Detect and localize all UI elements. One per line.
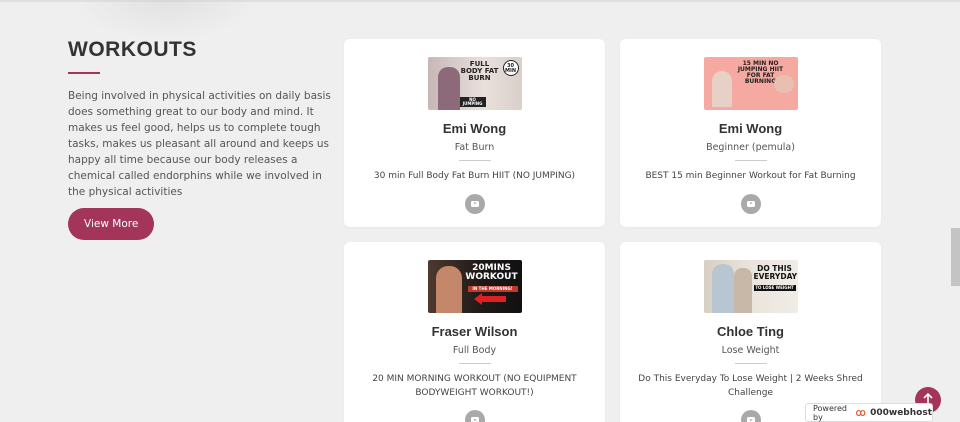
workout-card: 20MINS WORKOUT IN THE MORNING! Fraser Wi… (344, 242, 605, 422)
workout-category: Fat Burn (454, 142, 495, 153)
thumb-tag: TO LOSE WEIGHT (753, 285, 796, 291)
section-description: Being involved in physical activities on… (68, 90, 331, 198)
workout-card: FULL BODY FAT BURN 30 MIN NO JUMPING Emi… (344, 39, 605, 227)
card-separator (458, 160, 491, 161)
youtube-icon[interactable] (464, 193, 485, 214)
thumb-title: FULL BODY FAT BURN (460, 60, 499, 82)
thumb-tag: IN THE MORNING! (467, 286, 518, 292)
thumb-badge: 30 MIN (502, 60, 519, 76)
arrow-head-icon (473, 293, 482, 305)
person-figure (711, 264, 734, 313)
thumb-title: DO THIS EVERYDAY (753, 264, 798, 281)
video-thumbnail[interactable]: DO THIS EVERYDAY TO LOSE WEIGHT (703, 260, 798, 313)
play-glyph (746, 200, 755, 207)
video-thumbnail[interactable]: 20MINS WORKOUT IN THE MORNING! (427, 260, 522, 313)
workout-category: Full Body (452, 345, 497, 356)
video-title: BEST 15 min Beginner Workout for Fat Bur… (645, 171, 856, 181)
arrow-icon (479, 296, 506, 302)
person-figure (435, 266, 462, 313)
host-logo-icon (855, 409, 866, 416)
trainer-name: Emi Wong (442, 121, 507, 136)
video-title: Do This Everyday To Lose Weight | 2 Week… (638, 374, 863, 398)
powered-by-label: Powered by (813, 403, 848, 422)
youtube-icon[interactable] (740, 410, 761, 422)
person-figure (773, 75, 794, 93)
youtube-icon[interactable] (740, 193, 761, 214)
thumb-tag: NO JUMPING (459, 97, 486, 107)
card-separator (734, 160, 767, 161)
powered-by-badge[interactable]: Powered by 000webhost (805, 403, 933, 422)
workout-category: Beginner (pemula) (706, 142, 795, 153)
person-figure (711, 71, 732, 107)
host-name: 000webhost (870, 407, 932, 418)
workout-category: Lose Weight (721, 345, 780, 356)
page-scrollbar[interactable] (951, 228, 960, 286)
card-separator (734, 363, 767, 364)
play-glyph (470, 200, 479, 207)
section-title: WORKOUTS (68, 38, 197, 61)
video-thumbnail[interactable]: 15 MIN NO JUMPING HIIT FOR FAT BURNING (703, 57, 798, 110)
thumb-title: 20MINS WORKOUT (465, 263, 518, 282)
workout-card: DO THIS EVERYDAY TO LOSE WEIGHT Chloe Ti… (620, 242, 881, 422)
person-figure (733, 268, 752, 313)
video-title: 20 MIN MORNING WORKOUT (NO EQUIPMENT BOD… (372, 374, 577, 398)
youtube-icon[interactable] (464, 410, 485, 422)
trainer-name: Emi Wong (718, 121, 783, 136)
person-figure (437, 67, 460, 110)
workouts-intro: WORKOUTS Being involved in physical acti… (68, 38, 333, 240)
title-underline (68, 72, 100, 74)
play-glyph (746, 417, 755, 422)
card-separator (458, 363, 491, 364)
view-more-button[interactable]: View More (68, 208, 155, 240)
video-thumbnail[interactable]: FULL BODY FAT BURN 30 MIN NO JUMPING (427, 57, 522, 110)
trainer-name: Fraser Wilson (431, 324, 518, 339)
video-title: 30 min Full Body Fat Burn HIIT (NO JUMPI… (373, 171, 576, 181)
decorative-shape (70, 0, 260, 40)
play-glyph (470, 417, 479, 422)
trainer-name: Chloe Ting (717, 324, 784, 339)
workout-card: 15 MIN NO JUMPING HIIT FOR FAT BURNING E… (620, 39, 881, 227)
